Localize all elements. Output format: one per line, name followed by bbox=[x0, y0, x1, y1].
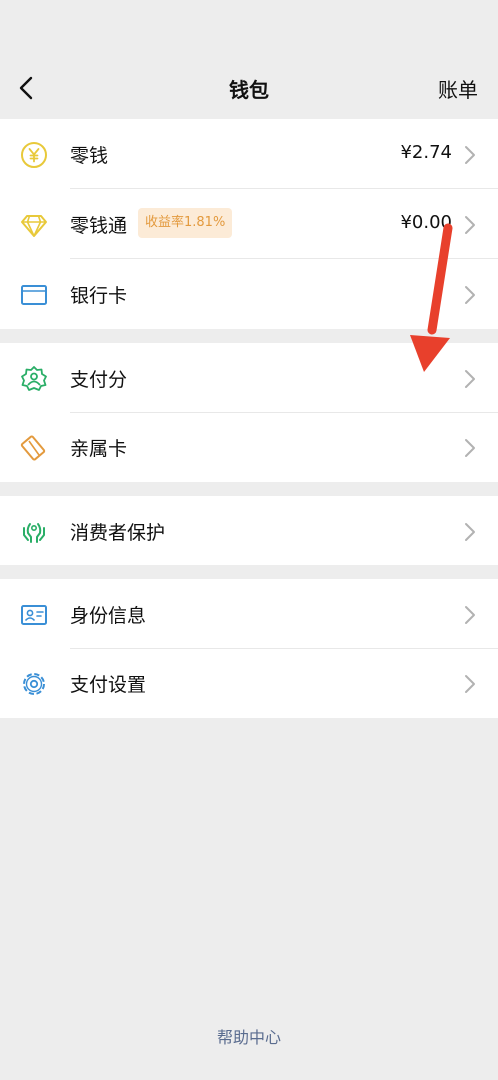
settings-gear-icon bbox=[23, 673, 45, 695]
yield-rate-badge: 收益率1.81% bbox=[138, 208, 233, 238]
family-card-icon bbox=[20, 435, 46, 461]
chevron-right-icon bbox=[465, 439, 475, 457]
yuan-coin-icon bbox=[21, 142, 47, 168]
page-title: 钱包 bbox=[229, 78, 269, 102]
bill-button[interactable]: 账单 bbox=[438, 74, 478, 103]
payscore-row[interactable]: 支付分 bbox=[0, 343, 498, 413]
navigation-bar: 钱包 账单 bbox=[0, 0, 498, 119]
payscore-icon bbox=[21, 366, 47, 391]
consumer-protection-label: 消费者保护 bbox=[70, 522, 166, 544]
settings-group: 身份信息 支付设置 bbox=[0, 579, 498, 718]
bank-card-icon bbox=[21, 285, 47, 305]
diamond-icon bbox=[21, 215, 47, 237]
protection-group: 消费者保护 bbox=[0, 496, 498, 565]
bank-card-row[interactable]: 银行卡 bbox=[0, 259, 498, 329]
lingqiantong-row[interactable]: 零钱通 ¥0.00 bbox=[0, 189, 498, 259]
chevron-right-icon bbox=[465, 523, 475, 541]
credit-group: 支付分 亲属卡 bbox=[0, 343, 498, 482]
identity-info-label: 身份信息 bbox=[70, 605, 147, 627]
chevron-right-icon bbox=[465, 146, 475, 164]
change-balance-row[interactable]: 零钱 ¥2.74 bbox=[0, 119, 498, 189]
consumer-protection-row[interactable]: 消费者保护 bbox=[0, 496, 498, 566]
change-amount: ¥2.74 bbox=[400, 142, 452, 163]
identity-info-row[interactable]: 身份信息 bbox=[0, 579, 498, 649]
bank-card-label: 银行卡 bbox=[70, 285, 128, 307]
payment-settings-row[interactable]: 支付设置 bbox=[0, 648, 498, 718]
lingqiantong-label: 零钱通 bbox=[70, 215, 128, 237]
id-card-icon bbox=[21, 605, 47, 625]
chevron-right-icon bbox=[465, 286, 475, 304]
chevron-right-icon bbox=[465, 216, 475, 234]
help-center-link[interactable]: 帮助中心 bbox=[0, 1024, 498, 1048]
change-label: 零钱 bbox=[70, 145, 109, 167]
payment-settings-label: 支付设置 bbox=[70, 674, 147, 696]
consumer-protection-icon bbox=[23, 523, 45, 543]
payscore-label: 支付分 bbox=[70, 369, 128, 391]
chevron-right-icon bbox=[465, 675, 475, 693]
lingqiantong-amount: ¥0.00 bbox=[400, 212, 452, 233]
chevron-right-icon bbox=[465, 370, 475, 388]
family-card-label: 亲属卡 bbox=[70, 438, 128, 460]
chevron-right-icon bbox=[465, 606, 475, 624]
family-card-row[interactable]: 亲属卡 bbox=[0, 412, 498, 482]
wallet-balance-group: 零钱 ¥2.74 零钱通 ¥0.00 银行卡 bbox=[0, 119, 498, 329]
